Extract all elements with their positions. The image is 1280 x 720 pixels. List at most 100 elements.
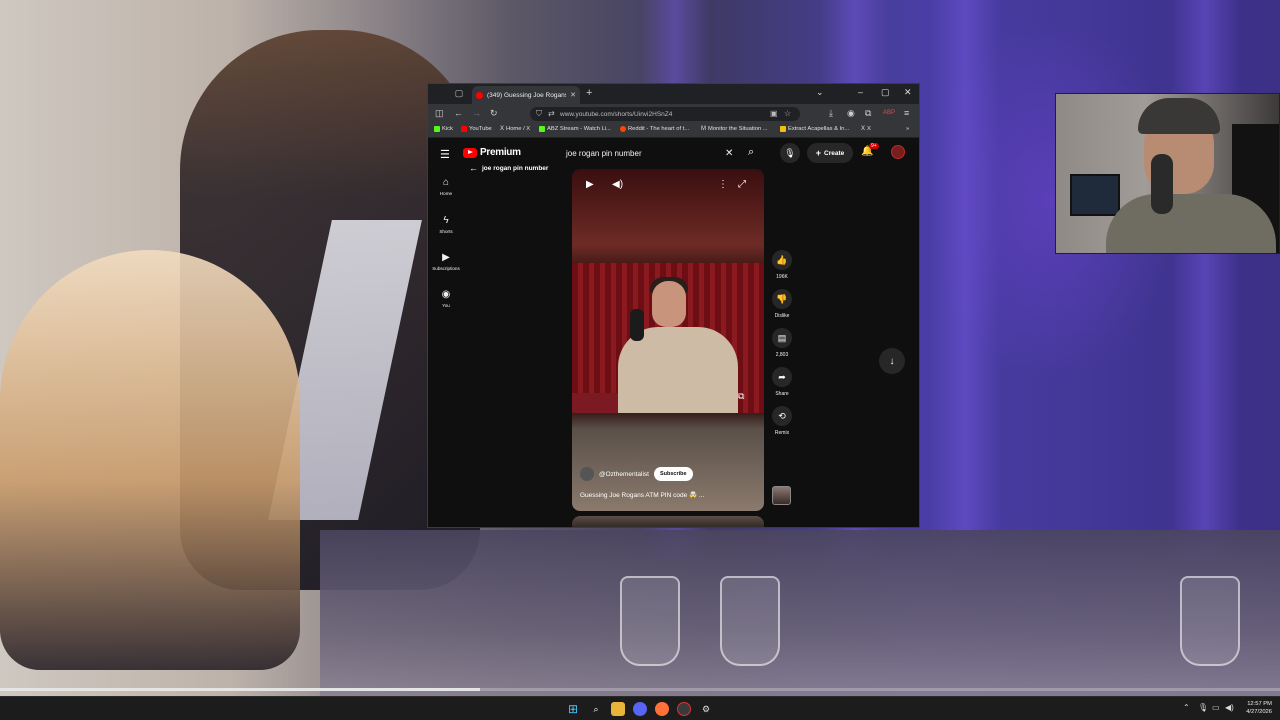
navigation-bar: ◫ ← → ↻ ⛉ ⇄ www.youtube.com/shorts/Uinvi…: [428, 104, 919, 124]
extensions-icon[interactable]: ⧉: [865, 108, 871, 119]
discord-icon[interactable]: [633, 702, 647, 716]
user-circle-icon: ◉: [441, 289, 451, 300]
kick-icon: [539, 126, 545, 132]
shorts-video-frame[interactable]: ⧉: [572, 263, 764, 413]
clear-search-icon[interactable]: ✕: [725, 148, 741, 159]
sidebar-item-home[interactable]: ⌂ Home: [428, 177, 464, 196]
close-tab-icon[interactable]: ✕: [570, 91, 576, 99]
bookmark-kick[interactable]: Kick: [434, 126, 453, 132]
bookmark-reddit[interactable]: Reddit - The heart of t...: [620, 126, 689, 132]
fullscreen-icon[interactable]: ⤢: [738, 179, 746, 190]
wine-glass: [620, 576, 680, 666]
back-arrow-icon[interactable]: ←: [469, 163, 478, 173]
bookmark-x-home[interactable]: X Home / X: [500, 126, 530, 132]
chevron-up-icon[interactable]: ⌃: [1183, 703, 1190, 712]
picture-in-picture-icon[interactable]: ▣: [770, 109, 778, 118]
search-input[interactable]: joe rogan pin number: [559, 149, 725, 158]
address-bar[interactable]: ⛉ ⇄ www.youtube.com/shorts/Uinvi2HSnZ4 ▣…: [530, 107, 800, 121]
reddit-icon: [620, 126, 626, 132]
settings-gear-icon[interactable]: ⚙: [699, 702, 713, 716]
maximize-icon[interactable]: ▢: [881, 87, 890, 98]
like-button[interactable]: 👍 196K: [769, 250, 795, 280]
volume-icon[interactable]: ◀): [612, 179, 623, 190]
obs-icon[interactable]: [677, 702, 691, 716]
tab-list-icon[interactable]: ⌄: [816, 87, 824, 98]
account-icon[interactable]: ◉: [847, 108, 855, 119]
dislike-button[interactable]: 👎 Dislike: [769, 289, 795, 319]
guest-head: [652, 281, 686, 327]
shield-icon[interactable]: ⛉: [536, 109, 542, 119]
clock-time: 12:57 PM: [1247, 701, 1272, 707]
hamburger-menu-icon[interactable]: ☰: [440, 148, 450, 161]
youtube-icon: [461, 126, 467, 132]
like-count: 196K: [776, 274, 788, 280]
next-video-arrow-icon[interactable]: ↓: [879, 348, 905, 374]
back-to-search[interactable]: ← joe rogan pin number: [469, 163, 548, 173]
more-bookmarks-icon[interactable]: »: [906, 126, 909, 132]
short-title[interactable]: Guessing Joe Rogans ATM PIN code 🤯 ...: [580, 491, 704, 499]
active-tab[interactable]: (349) Guessing Joe Rogans ATM ✕: [472, 86, 580, 104]
site-settings-icon[interactable]: ⇄: [548, 109, 555, 118]
bookmark-abz-stream[interactable]: ABZ Stream - Watch Li...: [539, 126, 611, 132]
remix-icon: ⟲: [772, 406, 792, 426]
close-window-icon[interactable]: ✕: [904, 87, 912, 98]
minimize-icon[interactable]: –: [858, 87, 863, 97]
remix-button[interactable]: ⟲ Remix: [769, 406, 795, 436]
tab-actions-icon[interactable]: ▢: [448, 88, 470, 99]
search-icon[interactable]: ⌕: [589, 702, 603, 716]
channel-avatar[interactable]: [580, 467, 594, 481]
comments-button[interactable]: ▤ 2,803: [769, 328, 795, 358]
taskbar: ⊞ ⌕ ⚙ ⌃ 🎙 ▭ ◀) 12:57 PM 4/27/2026: [0, 696, 1280, 720]
avatar[interactable]: [891, 145, 905, 159]
search-box[interactable]: joe rogan pin number ✕: [559, 144, 741, 162]
share-button[interactable]: ➦ Share: [769, 367, 795, 397]
situation-monitor-icon: M: [701, 126, 706, 132]
search-icon[interactable]: ⌕: [748, 146, 754, 159]
clock-date: 4/27/2026: [1246, 709, 1272, 715]
thumbs-down-icon: 👎: [772, 289, 792, 309]
channel-row: @Ozthementalist Subscribe: [580, 467, 693, 481]
create-button[interactable]: + Create: [807, 143, 853, 163]
forward-icon[interactable]: →: [472, 108, 481, 118]
curtain-fold: [1170, 0, 1240, 560]
adblock-icon[interactable]: ABP: [883, 110, 895, 116]
bookmark-youtube[interactable]: YouTube: [461, 126, 492, 132]
monitor: [1070, 174, 1120, 216]
bookmark-star-icon[interactable]: ☆: [784, 109, 791, 118]
speaker-icon[interactable]: ◀): [1225, 703, 1234, 712]
reload-icon[interactable]: ↻: [490, 108, 498, 119]
subscribe-button[interactable]: Subscribe: [653, 467, 693, 481]
play-icon[interactable]: ▶: [586, 179, 594, 190]
bookmark-x[interactable]: XX: [861, 126, 871, 132]
sidebar-item-you[interactable]: ◉ You: [428, 289, 464, 308]
sidebar-item-subscriptions[interactable]: ▶ Subscriptions: [428, 252, 464, 271]
file-explorer-icon[interactable]: [611, 702, 625, 716]
next-short-preview[interactable]: [572, 516, 764, 527]
firefox-icon[interactable]: [655, 702, 669, 716]
network-icon[interactable]: ▭: [1212, 703, 1220, 712]
menu-icon[interactable]: ≡: [904, 108, 909, 118]
microphone-icon[interactable]: 🎙: [1198, 703, 1208, 712]
title-bar: ▢ (349) Guessing Joe Rogans ATM ✕ + ⌄ – …: [428, 84, 919, 104]
miniplayer-icon[interactable]: ⧉: [738, 391, 744, 402]
bookmark-extract-acapellas[interactable]: Extract Acapellas & In...: [780, 126, 849, 132]
folder-icon: [780, 126, 786, 132]
more-options-icon[interactable]: ⋮: [718, 179, 728, 190]
shorts-player[interactable]: ⧉ ▶ ◀) ⋮ ⤢ @Ozthementalist Subscribe Gue…: [572, 169, 764, 511]
sound-thumbnail[interactable]: [772, 486, 791, 505]
new-tab-icon[interactable]: +: [586, 87, 592, 99]
channel-name[interactable]: @Ozthementalist: [599, 471, 649, 478]
back-icon[interactable]: ←: [454, 108, 463, 118]
sidebar-toggle-icon[interactable]: ◫: [435, 108, 444, 119]
download-icon[interactable]: ⤓: [829, 108, 833, 119]
webcam-overlay: [1055, 93, 1280, 254]
podcast-microphone: [630, 309, 644, 341]
bookmark-monitor[interactable]: M Monitor the Situation ...: [701, 126, 768, 132]
curtain-fold: [930, 0, 1000, 560]
clock[interactable]: 12:57 PM 4/27/2026: [1238, 700, 1272, 716]
youtube-premium-logo[interactable]: Premium: [463, 147, 521, 158]
voice-search-mic-icon[interactable]: 🎙: [780, 143, 800, 163]
start-windows-icon[interactable]: ⊞: [566, 702, 580, 716]
sidebar-item-shorts[interactable]: ϟ Shorts: [428, 215, 464, 234]
streamer-body: [1106, 194, 1276, 253]
